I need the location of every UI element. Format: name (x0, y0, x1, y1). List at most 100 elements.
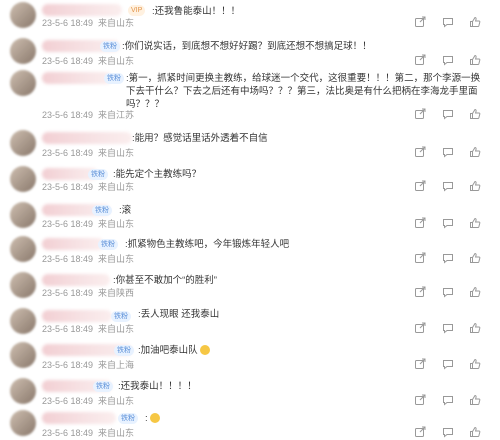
comment-icon[interactable] (442, 358, 454, 370)
comment-text: :还我泰山！！！！ (118, 380, 197, 393)
comment-icon[interactable] (442, 322, 454, 334)
comment-location: 来自山东 (98, 56, 135, 66)
share-icon[interactable] (414, 394, 426, 406)
fan-badge: 铁粉 (111, 311, 131, 322)
comment-text: :还我鲁能泰山！！！ (152, 5, 240, 18)
fan-badge: VIP (128, 5, 146, 16)
comment-icon[interactable] (442, 146, 454, 158)
avatar[interactable] (10, 166, 36, 192)
avatar[interactable] (10, 272, 36, 298)
comment-icon[interactable] (442, 252, 454, 264)
avatar[interactable] (10, 308, 36, 334)
like-icon[interactable] (469, 358, 481, 370)
comment-date: 23-5-6 18:49 (42, 428, 94, 438)
share-icon[interactable] (414, 54, 426, 66)
comment-actions (414, 358, 494, 370)
like-icon[interactable] (469, 286, 481, 298)
comment-actions (414, 322, 494, 334)
comment-actions (414, 180, 494, 192)
avatar[interactable] (10, 130, 36, 156)
comment-location: 来自山东 (98, 324, 135, 334)
comment-date: 23-5-6 18:49 (42, 324, 94, 334)
comment-text: :滚 (119, 204, 131, 217)
username[interactable] (42, 310, 112, 322)
share-icon[interactable] (414, 252, 426, 264)
comment-text-content: :你们说实话，到底想不想好好踢？到底还想不想搞足球！！ (122, 41, 372, 52)
avatar[interactable] (10, 342, 36, 368)
fan-badge: 铁粉 (114, 345, 134, 356)
comment-text-content: :加油吧泰山队 (138, 345, 198, 356)
fan-badge: 铁粉 (88, 169, 108, 180)
comment-icon[interactable] (442, 108, 454, 120)
share-icon[interactable] (414, 426, 426, 438)
like-icon[interactable] (469, 322, 481, 334)
username[interactable] (42, 132, 132, 144)
comment-actions (414, 16, 494, 28)
comment-date: 23-5-6 18:49 (42, 360, 94, 370)
avatar[interactable] (10, 236, 36, 262)
comment-icon[interactable] (442, 286, 454, 298)
avatar[interactable] (10, 378, 36, 404)
share-icon[interactable] (414, 16, 426, 28)
comment-text-content: : (145, 413, 148, 424)
share-icon[interactable] (414, 358, 426, 370)
comment-text: :能用？感觉话里话外透着不自信 (132, 132, 268, 145)
comment-actions (414, 54, 494, 66)
share-icon[interactable] (414, 180, 426, 192)
comment-location: 来自山东 (98, 254, 135, 264)
comment-actions (414, 426, 494, 438)
comment-location: 来自山东 (98, 148, 135, 158)
like-icon[interactable] (469, 217, 481, 229)
fan-badge: 铁粉 (92, 205, 112, 216)
share-icon[interactable] (414, 108, 426, 120)
share-icon[interactable] (414, 286, 426, 298)
comment-meta: 23-5-6 18:49 来自山东 (42, 322, 134, 335)
comment-location: 来自山东 (98, 428, 135, 438)
comment-date: 23-5-6 18:49 (42, 148, 94, 158)
comment-icon[interactable] (442, 217, 454, 229)
comment-icon[interactable] (442, 394, 454, 406)
fan-badge: 铁粉 (118, 413, 138, 424)
avatar[interactable] (10, 70, 36, 96)
comment-text-content: :还我泰山！！！！ (118, 381, 197, 392)
comment-icon[interactable] (442, 16, 454, 28)
username[interactable] (42, 412, 116, 424)
comment-icon[interactable] (442, 180, 454, 192)
comment-date: 23-5-6 18:49 (42, 396, 94, 406)
share-icon[interactable] (414, 146, 426, 158)
comment-meta: 23-5-6 18:49 来自山东 (42, 394, 134, 407)
comment-text-content: :第一，抓紧时间更换主教练，给球迷一个交代，这很重要！！！第二，那个李源一换下去… (126, 73, 481, 110)
like-icon[interactable] (469, 180, 481, 192)
share-icon[interactable] (414, 217, 426, 229)
like-icon[interactable] (469, 394, 481, 406)
username[interactable] (42, 4, 122, 16)
like-icon[interactable] (469, 54, 481, 66)
comment-item: 铁粉:能先定个主教练吗？ 23-5-6 18:49 来自山东 (0, 166, 500, 196)
comment-item: :能用？感觉话里话外透着不自信 23-5-6 18:49 来自山东 (0, 130, 500, 160)
comment-text-content: :抓紧物色主教练吧，今年锻炼年轻人吧 (125, 239, 290, 250)
comment-meta: 23-5-6 18:49 来自上海 (42, 358, 134, 371)
comment-item: :你甚至不敢加个“的胜利” 23-5-6 18:49 来自陕西 (0, 272, 500, 302)
comment-location: 来自山东 (98, 219, 135, 229)
username[interactable] (42, 238, 104, 250)
avatar[interactable] (10, 38, 36, 64)
comment-icon[interactable] (442, 54, 454, 66)
username[interactable] (42, 72, 112, 84)
username[interactable] (42, 274, 110, 286)
like-icon[interactable] (469, 426, 481, 438)
comment-actions (414, 108, 494, 120)
fan-badge: 铁粉 (104, 73, 124, 84)
emoji-icon (199, 345, 210, 356)
comment-location: 来自陕西 (98, 288, 135, 298)
like-icon[interactable] (469, 108, 481, 120)
like-icon[interactable] (469, 252, 481, 264)
avatar[interactable] (10, 410, 36, 436)
avatar[interactable] (10, 2, 36, 28)
emoji-icon (149, 413, 160, 424)
like-icon[interactable] (469, 16, 481, 28)
avatar[interactable] (10, 202, 36, 228)
like-icon[interactable] (469, 146, 481, 158)
comment-icon[interactable] (442, 426, 454, 438)
share-icon[interactable] (414, 322, 426, 334)
comment-item: 铁粉: 23-5-6 18:49 来自山东 (0, 410, 500, 440)
